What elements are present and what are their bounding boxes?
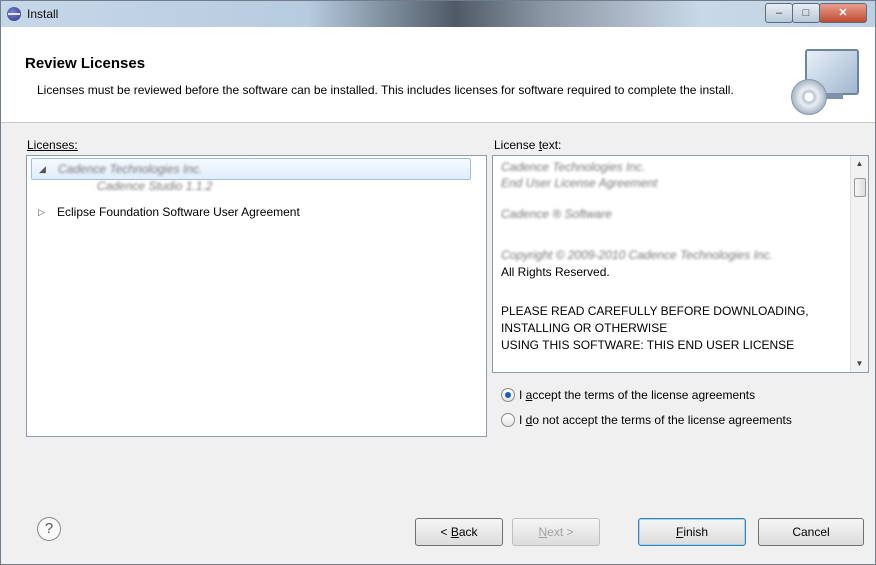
- license-line: INSTALLING OR OTHERWISE: [501, 321, 668, 335]
- license-line: PLEASE READ CAREFULLY BEFORE DOWNLOADING…: [501, 304, 809, 318]
- tree-item-label: Eclipse Foundation Software User Agreeme…: [57, 205, 300, 219]
- tree-item-child[interactable]: Cadence Studio 1.1.2: [97, 177, 212, 195]
- monitor-disc-icon: [787, 47, 859, 117]
- radio-checked-icon[interactable]: [501, 388, 515, 402]
- next-button[interactable]: Next >: [512, 518, 600, 546]
- licenses-label: Licenses:: [27, 138, 78, 152]
- license-line: End User License Agreement: [501, 176, 658, 190]
- eclipse-icon: [7, 7, 21, 21]
- cancel-button[interactable]: Cancel: [758, 518, 864, 546]
- radio-unchecked-icon[interactable]: [501, 413, 515, 427]
- scroll-down-icon[interactable]: ▼: [851, 356, 868, 372]
- close-button[interactable]: ✕: [819, 3, 867, 23]
- install-dialog: Install – □ ✕ Review Licenses Licenses m…: [0, 0, 876, 565]
- minimize-button[interactable]: –: [765, 3, 793, 23]
- license-line: Copyright © 2009-2010 Cadence Technologi…: [501, 248, 773, 262]
- back-button[interactable]: < Back: [415, 518, 503, 546]
- licenses-tree[interactable]: ◢ Cadence Technologies Inc. Cadence Stud…: [26, 155, 487, 437]
- license-text-area[interactable]: Cadence Technologies Inc. End User Licen…: [492, 155, 869, 373]
- license-line: Cadence Technologies Inc.: [501, 160, 646, 174]
- decline-radio-label: I do not accept the terms of the license…: [519, 413, 792, 427]
- tree-item-eclipse-agreement[interactable]: ▷ Eclipse Foundation Software User Agree…: [27, 203, 477, 221]
- page-description: Licenses must be reviewed before the sof…: [37, 83, 734, 97]
- tree-item-label: Cadence Studio 1.1.2: [97, 179, 213, 193]
- maximize-button[interactable]: □: [792, 3, 820, 23]
- window-title: Install: [27, 7, 59, 21]
- help-icon[interactable]: ?: [37, 517, 61, 541]
- accept-radio-label: I accept the terms of the license agreem…: [519, 388, 756, 402]
- tree-item-label: Cadence Technologies Inc.: [58, 162, 203, 176]
- title-bar[interactable]: Install – □ ✕: [1, 1, 875, 27]
- expand-right-icon[interactable]: ▷: [38, 203, 45, 221]
- license-line: All Rights Reserved.: [501, 265, 610, 279]
- scroll-thumb[interactable]: [854, 178, 866, 197]
- finish-button[interactable]: Finish: [638, 518, 746, 546]
- page-title: Review Licenses: [25, 55, 146, 72]
- license-text-label: License text:: [494, 138, 562, 152]
- scroll-up-icon[interactable]: ▲: [851, 156, 868, 172]
- expand-down-icon[interactable]: ◢: [39, 160, 46, 178]
- license-line: USING THIS SOFTWARE: THIS END USER LICEN…: [501, 338, 795, 352]
- wizard-header: Review Licenses Licenses must be reviewe…: [1, 27, 875, 123]
- license-line: Cadence ® Software: [501, 207, 612, 221]
- vertical-scrollbar[interactable]: ▲ ▼: [850, 156, 868, 372]
